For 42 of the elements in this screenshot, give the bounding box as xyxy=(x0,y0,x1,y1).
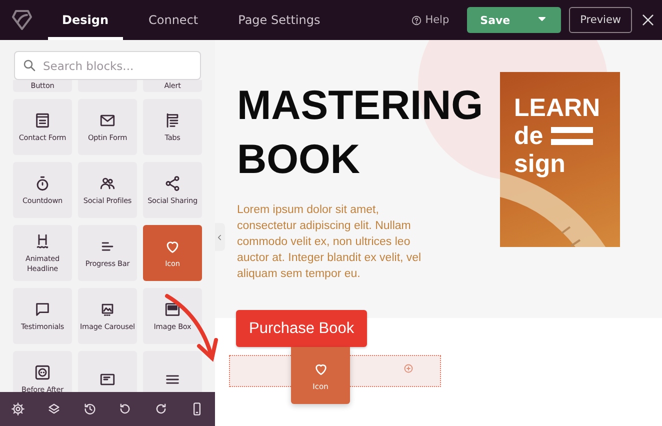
block-tile[interactable] xyxy=(143,351,202,392)
before-after-icon xyxy=(34,364,51,381)
block-tile[interactable] xyxy=(78,80,137,92)
search-icon xyxy=(22,58,37,73)
block-tile[interactable] xyxy=(78,351,137,392)
settings-button[interactable] xyxy=(10,402,25,416)
paragraph: Lorem ipsum dolor sit amet, consectetur adipiscing elit. Nullam commodo velit ex, non ultrices leo auctor at. Integer blandit ex velit, vel aliquam sem tempor eu. xyxy=(237,203,422,282)
layers-button[interactable] xyxy=(46,402,61,416)
tab[interactable]: Page Settings xyxy=(224,0,334,40)
search-field[interactable]: Search blocks... xyxy=(43,58,193,72)
undo-icon xyxy=(118,402,132,416)
form-icon xyxy=(34,112,51,129)
logo-icon xyxy=(10,8,34,32)
equals-sign-drawing xyxy=(551,127,594,145)
preview-button[interactable]: Preview xyxy=(569,7,632,33)
cover-text: sign xyxy=(514,150,566,178)
cover-text: de xyxy=(514,122,544,150)
close-icon xyxy=(640,12,656,28)
help-icon xyxy=(411,14,422,26)
stopwatch-icon xyxy=(34,174,51,192)
purchase-button[interactable]: Purchase Book xyxy=(236,310,368,347)
redo-button[interactable] xyxy=(154,402,168,416)
help-label: Help xyxy=(425,14,450,26)
plus-circle-icon xyxy=(404,364,413,373)
redo-icon xyxy=(154,402,168,416)
speech-bubble-icon xyxy=(34,300,51,318)
share-icon xyxy=(164,174,181,192)
headline-icon xyxy=(34,233,51,250)
help-link[interactable]: Help xyxy=(411,14,450,26)
tab[interactable]: Connect xyxy=(134,0,212,40)
history-icon xyxy=(82,402,97,416)
history-button[interactable] xyxy=(82,402,97,416)
settings-icon xyxy=(10,402,25,416)
search-bar[interactable]: Search blocks... xyxy=(14,51,201,80)
heading: MASTERING BOOK xyxy=(237,81,484,184)
layers-icon xyxy=(46,402,61,416)
cover-text: LEARN xyxy=(514,94,600,122)
close-button[interactable] xyxy=(640,12,656,28)
image-box-icon xyxy=(164,300,181,318)
chevron-left-icon xyxy=(215,232,224,242)
tabs-icon xyxy=(164,112,181,129)
undo-button[interactable] xyxy=(118,402,132,416)
